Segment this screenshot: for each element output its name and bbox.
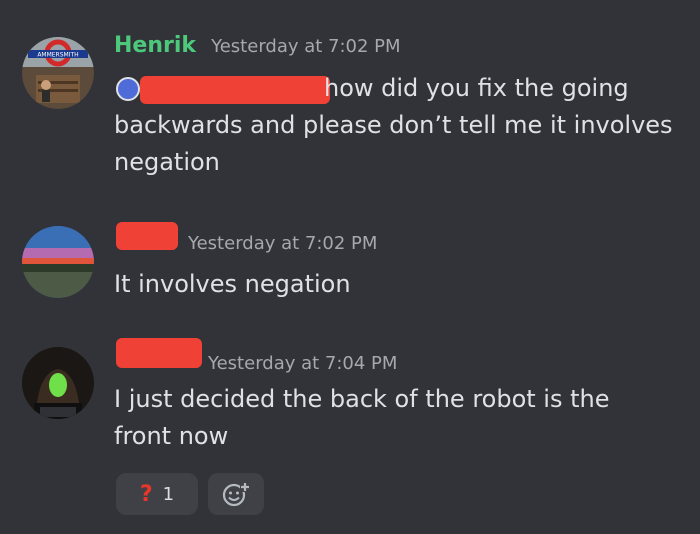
message-second: Yesterday at 7:02 PM It involves negatio…: [0, 200, 700, 320]
message-line: I just decided the back of the robot is …: [114, 385, 610, 413]
hammersmith-sign-avatar-icon: AMMERSMITH: [22, 37, 94, 109]
sunset-landscape-avatar-icon: [22, 226, 94, 298]
message-line: how did you fix the going: [324, 74, 629, 102]
redacted-username: [116, 338, 202, 368]
message-content: I just decided the back of the robot is …: [114, 381, 684, 455]
message-header: Yesterday at 7:02 PM: [188, 233, 377, 254]
avatar-sign-text: AMMERSMITH: [37, 52, 78, 59]
reaction-count: 1: [162, 483, 175, 505]
avatar[interactable]: [22, 226, 94, 298]
message-content: It involves negation: [114, 266, 684, 303]
message-line: negation: [114, 148, 220, 176]
username[interactable]: Henrik: [114, 33, 196, 58]
timestamp[interactable]: Yesterday at 7:04 PM: [208, 353, 397, 374]
redacted-username: [116, 222, 178, 250]
message-henrik: AMMERSMITH Henrik Yesterday at 7:02 PM h…: [0, 0, 700, 200]
hooded-figure-avatar-icon: [22, 347, 94, 419]
message-line: backwards and please don’t tell me it in…: [114, 111, 673, 139]
message-third: Yesterday at 7:04 PM I just decided the …: [0, 320, 700, 534]
message-line: It involves negation: [114, 270, 351, 298]
avatar[interactable]: [22, 347, 94, 419]
reaction-question-mark[interactable]: ? 1: [116, 473, 198, 515]
timestamp[interactable]: Yesterday at 7:02 PM: [211, 36, 400, 57]
avatar[interactable]: AMMERSMITH: [22, 37, 94, 109]
add-reaction-icon: [222, 482, 250, 507]
message-header: Yesterday at 7:04 PM: [208, 353, 397, 374]
message-line: front now: [114, 422, 229, 450]
timestamp[interactable]: Yesterday at 7:02 PM: [188, 233, 377, 254]
red-question-mark-icon: ?: [139, 481, 153, 507]
add-reaction-button[interactable]: [208, 473, 264, 515]
message-header: Henrik Yesterday at 7:02 PM: [114, 33, 401, 58]
message-content: how did you fix the going backwards and …: [114, 70, 684, 181]
